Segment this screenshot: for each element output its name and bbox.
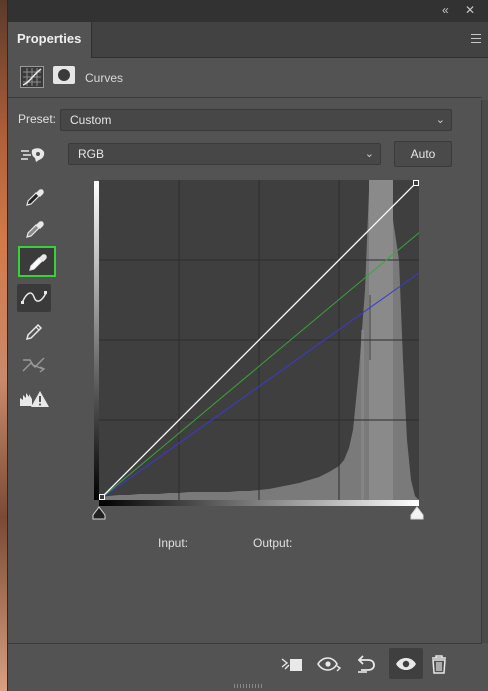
curves-adjustment-icon[interactable] (20, 66, 44, 88)
smooth-curve-icon[interactable] (19, 352, 49, 380)
collapse-panel-button[interactable]: « (442, 3, 449, 17)
white-point-eyedropper-icon[interactable] (18, 246, 56, 277)
panel-tab-bar: Properties (8, 22, 488, 58)
tab-properties[interactable]: Properties (8, 22, 92, 58)
black-input-slider[interactable] (92, 506, 106, 520)
preset-dropdown[interactable]: Custom ⌄ (60, 109, 452, 131)
channel-dropdown[interactable]: RGB ⌄ (68, 143, 381, 165)
delete-adjustment-icon[interactable] (426, 653, 452, 675)
preset-label: Preset: (18, 112, 57, 126)
chevron-down-icon: ⌄ (435, 114, 445, 126)
curve-control-point[interactable] (99, 494, 105, 500)
hamburger-menu-icon[interactable] (471, 34, 481, 43)
reset-adjustment-icon[interactable] (353, 653, 379, 675)
output-label: Output: (253, 536, 293, 550)
close-panel-button[interactable]: ✕ (465, 3, 475, 17)
curve-control-point[interactable] (413, 180, 419, 186)
panel-scrollbar[interactable] (481, 100, 488, 643)
preset-value: Custom (70, 113, 112, 127)
properties-panel: « ✕ Properties Curves Preset: Custom ⌄ R… (7, 0, 488, 691)
panel-titlebar: « ✕ (8, 0, 488, 22)
layer-mask-icon[interactable] (53, 66, 75, 84)
panel-resize-grip[interactable] (234, 684, 264, 688)
adjustment-layer-header: Curves (8, 58, 482, 98)
white-input-slider[interactable] (410, 506, 424, 520)
input-gradient-bar (99, 500, 419, 506)
auto-button[interactable]: Auto (394, 141, 452, 167)
gray-point-eyedropper-icon[interactable] (19, 215, 49, 243)
clip-to-layer-icon[interactable] (279, 653, 305, 675)
clipping-warning-icon[interactable] (17, 386, 51, 414)
histogram-spike (361, 330, 364, 500)
pencil-draw-icon[interactable] (19, 318, 49, 346)
toggle-visibility-icon[interactable] (389, 648, 423, 679)
layer-name-label: Curves (85, 71, 124, 85)
canvas-photo-edge (0, 0, 7, 691)
input-label: Input: (158, 536, 189, 550)
on-image-adjust-icon[interactable] (18, 142, 48, 170)
view-previous-state-icon[interactable] (316, 653, 342, 675)
bottom-toolbar (8, 644, 488, 684)
channel-value: RGB (78, 147, 105, 161)
black-point-eyedropper-icon[interactable] (19, 183, 49, 211)
chevron-down-icon: ⌄ (364, 148, 374, 160)
curve-points-icon[interactable] (17, 284, 51, 312)
curves-graph[interactable] (99, 180, 419, 500)
